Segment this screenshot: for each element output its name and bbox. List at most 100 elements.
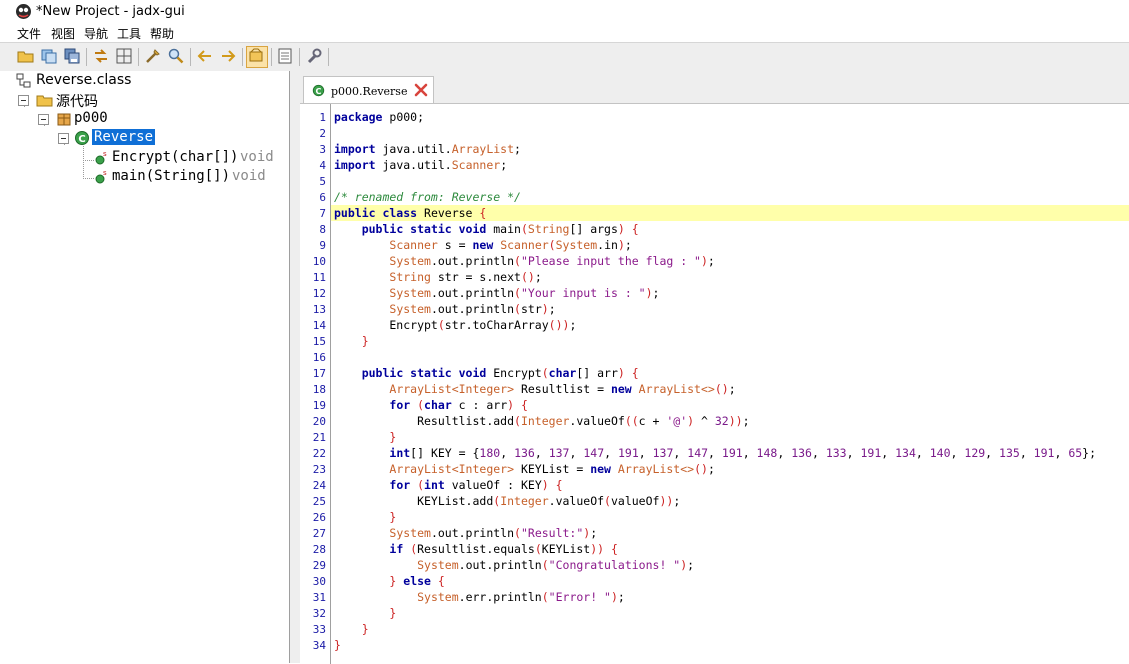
line-number: 11 [312, 271, 326, 284]
line-number: 5 [319, 175, 326, 188]
code-token: ) [617, 366, 625, 380]
tree-class[interactable]: C Reverse [58, 129, 278, 147]
forward-icon[interactable] [219, 47, 239, 67]
class-icon: C [312, 84, 325, 97]
menu-view[interactable]: 视图 [51, 25, 75, 42]
code-token: 137 [548, 446, 570, 460]
tree-root[interactable]: Reverse.class [16, 72, 286, 90]
line-number: 24 [312, 479, 326, 492]
menu-tools[interactable]: 工具 [117, 25, 141, 42]
code-token: .err.println [458, 590, 542, 604]
code-token: ; [548, 302, 556, 316]
code-token: for [389, 478, 411, 492]
code-token: ) [610, 590, 618, 604]
code-token: package [334, 110, 383, 124]
decompile-all-icon[interactable] [144, 47, 164, 67]
back-icon[interactable] [196, 47, 216, 67]
search-icon[interactable] [167, 47, 187, 67]
menu-bar: 文件 视图 导航 工具 帮助 [0, 23, 1129, 42]
open-file-icon[interactable] [17, 47, 37, 67]
preferences-icon[interactable] [305, 47, 325, 67]
code-token: ; [569, 318, 577, 332]
collapse-toggle[interactable] [38, 114, 49, 125]
code-token: for [389, 398, 411, 412]
code-line: Scanner s = new Scanner(System.in); [334, 237, 631, 253]
code-line: Resultlist.add(Integer.valueOf((c + '@')… [334, 413, 749, 429]
tree-source-folder[interactable]: 源代码 [18, 91, 278, 110]
line-number: 25 [312, 495, 326, 508]
code-token: ) [541, 478, 549, 492]
code-token: ( [604, 494, 611, 508]
code-token: } [361, 622, 369, 636]
code-token: , [534, 446, 549, 460]
line-number: 23 [312, 463, 326, 476]
code-token: ; [500, 158, 508, 172]
flatten-packages-icon[interactable] [115, 47, 135, 67]
save-all-icon[interactable] [63, 47, 83, 67]
code-token: () [714, 382, 729, 396]
method-return-type: void [240, 149, 274, 165]
collapse-toggle[interactable] [18, 95, 29, 106]
pane-splitter[interactable] [290, 71, 297, 663]
code-token: 135 [999, 446, 1020, 460]
code-token: ) [617, 222, 625, 236]
code-token: public static void [361, 222, 487, 236]
sync-icon[interactable] [92, 47, 112, 67]
code-token: System [417, 558, 459, 572]
line-number: 34 [312, 639, 326, 652]
code-token: } [334, 638, 341, 652]
code-token: ArrayList<> [617, 462, 695, 476]
code-token: ) [617, 238, 625, 252]
code-line: ArrayList<Integer> Resultlist = new Arra… [334, 381, 735, 397]
tree-method-encrypt[interactable]: s Encrypt(char[]) void [94, 149, 284, 167]
code-token: Resultlist = [514, 382, 611, 396]
line-number: 33 [312, 623, 326, 636]
tree-class-label: Reverse [92, 129, 156, 145]
collapse-toggle[interactable] [58, 133, 69, 144]
code-line: import java.util.ArrayList; [334, 141, 521, 157]
code-editor[interactable]: 1 2 3 4 5 6 7 8 9 10 11 12 13 14 15 16 17 18 19 20 21 22 23 24 2… [300, 103, 1129, 664]
code-token: /* renamed from: Reverse */ [334, 190, 521, 204]
code-token: Encrypt [486, 366, 542, 380]
code-line: /* renamed from: Reverse */ [334, 189, 521, 205]
class-icon: C [75, 131, 89, 145]
code-token: valueOf : KEY [444, 478, 542, 492]
code-token: '@' [666, 414, 688, 428]
line-number: 3 [319, 143, 326, 156]
line-number: 20 [312, 415, 326, 428]
code-token: , [811, 446, 826, 460]
code-token: ; [514, 142, 521, 156]
code-token: ; [590, 526, 598, 540]
menu-file[interactable]: 文件 [17, 25, 41, 42]
code-token: , [708, 446, 722, 460]
deobfuscation-icon[interactable] [246, 46, 268, 68]
code-token: 134 [895, 446, 916, 460]
code-token: 140 [929, 446, 951, 460]
code-token: new [590, 462, 611, 476]
menu-navigation[interactable]: 导航 [84, 25, 108, 42]
code-token: ArrayList<Integer> [389, 462, 515, 476]
code-token: KEYList [541, 542, 591, 556]
code-token: Scanner [389, 238, 438, 252]
code-token: (( [624, 414, 639, 428]
log-icon[interactable] [276, 47, 296, 67]
code-token: , [500, 446, 515, 460]
tab-p000-reverse[interactable]: C p000.Reverse [303, 76, 434, 104]
tree-method-main[interactable]: s main(String[]) void [94, 168, 284, 186]
add-files-icon[interactable] [40, 47, 60, 67]
code-token: main [486, 222, 521, 236]
tree-package[interactable]: p000 [38, 110, 278, 128]
code-area[interactable]: package p000; import java.util.ArrayList;… [334, 104, 1129, 664]
close-icon[interactable] [414, 83, 428, 97]
line-number: 31 [312, 591, 326, 604]
code-token: ( [548, 238, 556, 252]
code-token: System [389, 526, 431, 540]
menu-help[interactable]: 帮助 [150, 25, 174, 42]
